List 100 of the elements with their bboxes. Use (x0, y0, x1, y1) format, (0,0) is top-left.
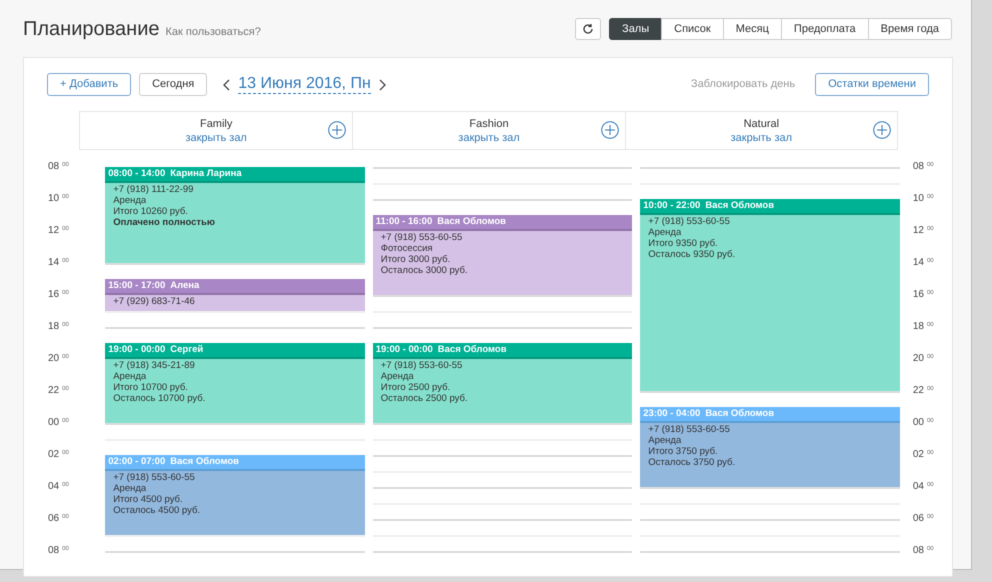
time-label: 04 $^{00}$ (48, 481, 69, 493)
booking-detail: +7 (918) 345-21-89 (113, 360, 196, 371)
booking-client: Вася Обломов (705, 407, 774, 421)
booking-detail: Итого 10260 руб. (113, 206, 189, 217)
booking-time: 10:00 - 22:00 (643, 199, 700, 213)
booking-detail: +7 (918) 111-22-99 (113, 184, 194, 195)
time-label: 06 $^{00}$ (48, 513, 69, 525)
hall-name: Fashion (469, 116, 509, 130)
time-label: 20 $^{00}$ (48, 353, 69, 365)
view-tab[interactable]: Предоплата (780, 18, 869, 40)
time-label: 16 $^{00}$ (48, 289, 69, 301)
booking-detail: Осталось 3000 руб. (380, 265, 469, 276)
booking-detail: +7 (918) 553-60-55 (113, 472, 196, 483)
hall-name: Natural (744, 116, 780, 130)
booking-client: Вася Обломов (438, 343, 507, 357)
booking-time: 02:00 - 07:00 (108, 455, 166, 469)
time-label: 14 $^{00}$ (912, 257, 934, 269)
time-label: 08 $^{00}$ (48, 545, 69, 557)
booking-detail: Аренда (648, 435, 682, 446)
booking-detail: +7 (918) 553-60-55 (648, 216, 731, 227)
time-label: 08 $^{00}$ (48, 161, 69, 173)
view-tab[interactable]: Залы (609, 18, 662, 40)
time-label: 08 $^{00}$ (912, 161, 934, 173)
time-label: 12 $^{00}$ (912, 225, 934, 237)
add-icon[interactable] (328, 121, 346, 139)
booking-detail: Итого 9350 руб. (648, 238, 719, 249)
booking-detail: Осталось 10700 руб. (113, 393, 206, 404)
view-tab[interactable]: Время года (868, 18, 952, 40)
booking-client: Сергей (170, 343, 204, 357)
booking-detail: Аренда (113, 371, 148, 382)
booking-client: Вася Обломов (437, 215, 506, 229)
time-label: 10 $^{00}$ (48, 193, 69, 205)
booking-card[interactable]: 10:00 - 22:00 Вася Обломов +7 (918) 553-60-55 Аренда Итого 9350 руб. Осталось 9350 руб. (640, 199, 900, 391)
close-hall-link[interactable]: закрыть зал (185, 130, 247, 144)
booking-detail: +7 (918) 553-60-55 (648, 424, 731, 435)
booking-detail: Осталось 9350 руб. (648, 249, 736, 260)
booking-detail: +7 (929) 683-71-46 (113, 296, 196, 307)
booking-client: Карина Ларина (170, 167, 242, 181)
booking-detail: Осталось 2500 руб. (380, 393, 469, 404)
time-label: 18 $^{00}$ (48, 321, 69, 333)
time-label: 00 $^{00}$ (48, 417, 69, 429)
booking-time: 08:00 - 14:00 (108, 167, 166, 181)
booking-time: 19:00 - 00:00 (376, 343, 433, 357)
today-button[interactable]: Сегодня (139, 73, 208, 96)
view-tab[interactable]: Месяц (722, 18, 782, 40)
time-label: 10 $^{00}$ (912, 193, 934, 205)
booking-client: Вася Обломов (705, 199, 774, 213)
booking-card[interactable]: 23:00 - 04:00 Вася Обломов +7 (918) 553-60-55 Аренда Итого 3750 руб. Осталось 3750 руб. (640, 407, 900, 487)
add-icon[interactable] (600, 121, 619, 139)
time-label: 22 $^{00}$ (48, 385, 69, 397)
time-label: 04 $^{00}$ (912, 481, 934, 493)
booking-detail: +7 (918) 553-60-55 (380, 232, 464, 243)
chevron-right-icon[interactable] (378, 78, 386, 90)
booking-detail: Итого 10700 руб. (113, 382, 189, 393)
booking-card[interactable]: 02:00 - 07:00 Вася Обломов +7 (918) 553-60-55 Аренда Итого 4500 руб. Осталось 4500 руб. (105, 455, 365, 535)
time-label: 16 $^{00}$ (912, 289, 934, 301)
booking-time: 15:00 - 17:00 (108, 279, 166, 293)
refresh-button[interactable] (575, 18, 602, 40)
close-hall-link[interactable]: закрыть зал (730, 130, 792, 144)
booking-detail: Итого 3000 руб. (380, 254, 452, 265)
booking-detail: Аренда (113, 483, 148, 494)
time-label: 14 $^{00}$ (48, 257, 69, 269)
booking-card[interactable]: 19:00 - 00:00 Вася Обломов +7 (918) 553-60-55 Аренда Итого 2500 руб. Осталось 2500 руб. (372, 343, 632, 423)
add-button[interactable]: + Добавить (47, 73, 132, 96)
time-left-button[interactable]: Остатки времени (815, 73, 929, 96)
date-picker[interactable]: 13 Июня 2016, Пн (238, 75, 371, 94)
close-hall-link[interactable]: закрыть зал (458, 130, 520, 144)
time-label: 06 $^{00}$ (912, 513, 934, 525)
booking-time: 23:00 - 04:00 (643, 407, 700, 421)
booking-detail: Фотосессия (380, 243, 434, 254)
booking-client: Вася Обломов (170, 455, 240, 469)
time-label: 02 $^{00}$ (48, 449, 69, 461)
hall-name: Family (200, 116, 232, 130)
booking-detail: Итого 2500 руб. (380, 382, 452, 393)
booking-card[interactable]: 08:00 - 14:00 Карина Ларина +7 (918) 111-22-99 Аренда Итого 10260 руб. Оплачено полностью (105, 167, 365, 263)
add-icon[interactable] (873, 121, 891, 139)
time-label: 22 $^{00}$ (912, 385, 934, 397)
view-tab[interactable]: Список (661, 18, 724, 40)
booking-detail: Осталось 3750 руб. (648, 457, 736, 468)
page-title: Планирование (23, 17, 160, 42)
booking-detail: +7 (918) 553-60-55 (380, 360, 464, 371)
time-label: 08 $^{00}$ (912, 545, 934, 557)
booking-client: Алена (170, 279, 200, 293)
booking-detail: Аренда (380, 371, 415, 382)
booking-time: 11:00 - 16:00 (376, 215, 432, 229)
time-label: 20 $^{00}$ (912, 353, 934, 365)
booking-detail: Итого 3750 руб. (648, 446, 719, 457)
booking-detail: Аренда (113, 195, 148, 206)
booking-detail: Оплачено полностью (113, 217, 216, 228)
booking-detail: Аренда (648, 227, 682, 238)
booking-time: 19:00 - 00:00 (108, 343, 166, 357)
booking-detail: Итого 4500 руб. (113, 494, 184, 505)
time-label: 12 $^{00}$ (48, 225, 69, 237)
booking-card[interactable]: 11:00 - 16:00 Вася Обломов +7 (918) 553-60-55 Фотосессия Итого 3000 руб. Осталось 3000 руб. (372, 215, 632, 295)
help-link[interactable]: Как пользоваться? (166, 24, 261, 40)
time-label: 18 $^{00}$ (912, 321, 934, 333)
chevron-left-icon[interactable] (223, 78, 230, 90)
booking-card[interactable]: 19:00 - 00:00 Сергей +7 (918) 345-21-89 Аренда Итого 10700 руб. Осталось 10700 руб. (105, 343, 365, 423)
booking-card[interactable]: 15:00 - 17:00 Алена +7 (929) 683-71-46 (105, 279, 365, 311)
time-label: 02 $^{00}$ (912, 449, 934, 461)
